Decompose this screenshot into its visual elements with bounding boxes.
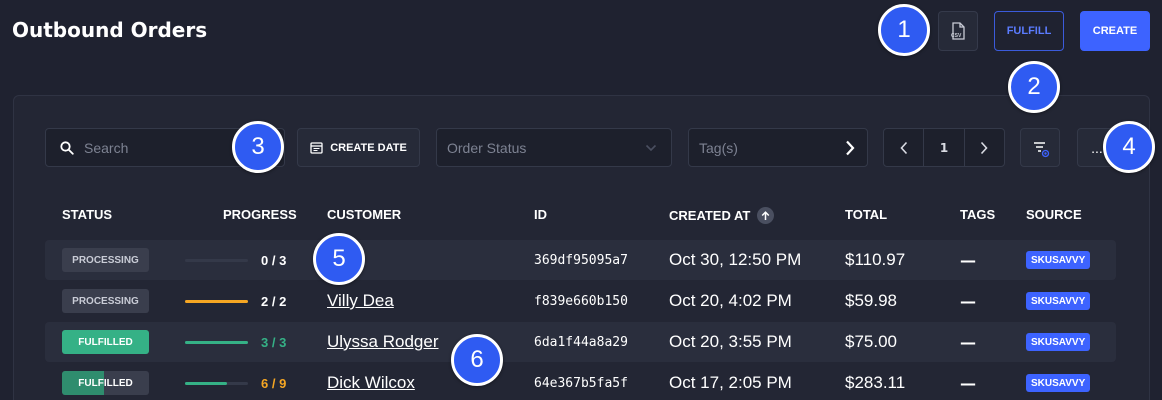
progress-cell: 6 / 9 (185, 363, 286, 400)
customer-link[interactable]: Ulyssa Rodger (327, 332, 439, 352)
page-title: Outbound Orders (12, 18, 208, 42)
tags-placeholder: Tag(s) (699, 139, 738, 156)
annotation-badge-2: 2 (1008, 61, 1060, 113)
status-cell: PROCESSING (62, 281, 149, 321)
created-at-label: CREATED AT (669, 208, 751, 223)
status-badge: FULFILLED (62, 330, 149, 354)
customer-link[interactable]: Dick Wilcox (327, 373, 415, 393)
order-id: f839e660b150 (534, 293, 628, 309)
order-tags: — (960, 373, 976, 393)
status-badge: PROCESSING (62, 248, 149, 272)
created-at: Oct 17, 2:05 PM (669, 373, 792, 392)
created-at: Oct 20, 3:55 PM (669, 332, 792, 351)
order-total: $283.11 (845, 373, 906, 392)
table-row[interactable]: FULFILLED 6 / 9 Dick Wilcox 64e367b5fa5f Oct… (45, 363, 1116, 400)
progress-text: 0 / 3 (261, 252, 287, 268)
progress-bar (185, 258, 248, 262)
order-id: 64e367b5fa5f (534, 375, 628, 391)
progress-text: 6 / 9 (261, 375, 287, 391)
order-total: $75.00 (845, 332, 897, 351)
column-header-tags: TAGS (960, 207, 996, 222)
annotation-badge-3: 3 (232, 121, 284, 173)
source-badge: SKUSAVVY (1026, 333, 1091, 351)
column-header-status: STATUS (62, 207, 113, 222)
chevron-down-icon (645, 144, 657, 151)
create-date-label: CREATE DATE (330, 141, 407, 154)
sort-ascending-icon[interactable] (757, 207, 775, 224)
order-total: $59.98 (845, 291, 897, 310)
filter-icon (1034, 141, 1050, 157)
column-header-customer: CUSTOMER (327, 207, 402, 222)
order-tags: — (960, 332, 976, 352)
csv-file-icon: CSV (951, 22, 965, 40)
fulfill-button[interactable]: FULFILL (994, 11, 1064, 51)
column-header-progress: PROGRESS (223, 207, 297, 222)
annotation-badge-1: 1 (878, 4, 930, 56)
progress-bar (185, 381, 248, 385)
progress-text: 3 / 3 (261, 334, 287, 350)
column-header-source: SOURCE (1026, 207, 1082, 222)
source-badge: SKUSAVVY (1026, 374, 1091, 392)
chevron-left-icon (900, 141, 907, 154)
progress-text: 2 / 2 (261, 293, 287, 309)
svg-text:CSV: CSV (951, 33, 962, 39)
column-header-total: TOTAL (845, 207, 888, 222)
column-header-id: ID (534, 207, 547, 222)
table-row[interactable]: PROCESSING 2 / 2 Villy Dea f839e660b150 Oct … (45, 281, 1116, 321)
created-at: Oct 30, 12:50 PM (669, 250, 802, 269)
progress-bar (185, 340, 248, 344)
created-at: Oct 20, 4:02 PM (669, 291, 792, 310)
column-header-created-at[interactable]: CREATED AT (669, 207, 775, 224)
progress-cell: 0 / 3 (185, 240, 286, 280)
next-page-button[interactable] (965, 129, 1004, 166)
order-tags: — (960, 250, 976, 270)
calendar-icon (310, 142, 323, 154)
export-csv-button[interactable]: CSV (938, 11, 978, 51)
search-input[interactable] (84, 139, 234, 156)
status-cell: FULFILLED (62, 322, 149, 362)
prev-page-button[interactable] (884, 129, 923, 166)
filter-button[interactable] (1020, 128, 1060, 167)
status-badge: FULFILLED (62, 371, 149, 395)
order-status-placeholder: Order Status (447, 139, 527, 156)
order-tags: — (960, 291, 976, 311)
order-total: $110.97 (845, 250, 906, 269)
annotation-badge-4: 4 (1103, 121, 1155, 173)
chevron-right-icon (981, 141, 988, 154)
order-id: 6da1f44a8a29 (534, 334, 628, 350)
order-id: 369df95095a7 (534, 252, 628, 268)
search-icon (60, 140, 74, 155)
tags-select[interactable]: Tag(s) (688, 128, 868, 167)
order-status-select[interactable]: Order Status (436, 128, 672, 167)
create-button[interactable]: CREATE (1080, 11, 1150, 51)
annotation-badge-5: 5 (313, 233, 365, 285)
table-row[interactable]: PROCESSING 0 / 3 369df95095a7 Oct 30, 12:50… (45, 240, 1116, 280)
pagination: 1 (883, 128, 1005, 167)
status-cell: PROCESSING (62, 240, 149, 280)
current-page[interactable]: 1 (923, 129, 965, 166)
customer-link[interactable]: Villy Dea (327, 291, 394, 311)
status-cell: FULFILLED (62, 363, 149, 400)
chevron-right-icon (846, 140, 855, 155)
progress-bar (185, 299, 248, 303)
create-date-button[interactable]: CREATE DATE (297, 128, 420, 167)
progress-cell: 2 / 2 (185, 281, 286, 321)
table-row[interactable]: FULFILLED 3 / 3 Ulyssa Rodger 6da1f44a8a29 O… (45, 322, 1116, 362)
annotation-badge-6: 6 (451, 334, 503, 386)
source-badge: SKUSAVVY (1026, 251, 1091, 269)
source-badge: SKUSAVVY (1026, 292, 1091, 310)
status-badge: PROCESSING (62, 289, 149, 313)
progress-cell: 3 / 3 (185, 322, 286, 362)
